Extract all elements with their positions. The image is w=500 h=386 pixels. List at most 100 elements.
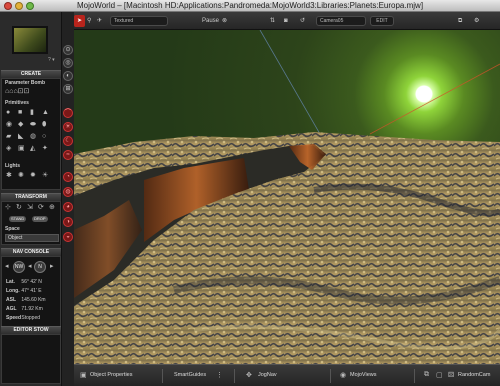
spike-primitive-icon[interactable]: ✦	[42, 145, 48, 152]
random-cam-button[interactable]: RandomCam	[458, 372, 490, 378]
reset-view-icon[interactable]: ↺	[300, 15, 305, 27]
terrain-editor-icon[interactable]: ⌒	[63, 108, 73, 118]
terrain-render	[74, 30, 500, 364]
world-thumbnail[interactable]	[12, 26, 48, 54]
point-light-icon[interactable]: ✱	[6, 172, 12, 179]
capsule-primitive-icon[interactable]: ⬮	[42, 121, 46, 128]
cone-primitive-icon[interactable]: ▲	[42, 109, 49, 116]
jog-nav-icon[interactable]: ✥	[246, 371, 252, 379]
new-window-icon[interactable]: ⧉	[458, 15, 462, 27]
render-editor-icon[interactable]: ◒	[63, 232, 73, 242]
3d-viewport[interactable]	[74, 30, 500, 364]
material-editor-icon[interactable]: ◕	[63, 202, 73, 212]
window-titlebar: MojoWorld – [Macintosh HD:Applications:P…	[0, 0, 500, 12]
ring-primitive-icon[interactable]: ○	[42, 133, 46, 140]
torus-primitive-icon[interactable]: ◉	[6, 121, 12, 128]
rotate-tool-icon[interactable]: ↻	[16, 204, 22, 211]
left-panel: ? ▾ CREATE Parameter Bomb ⌂⌂⌂⊡⊡ Primitiv…	[0, 12, 62, 386]
bottom-toolbar: ▣ Object Properties SmartGuides ⋮ ✥ JogN…	[74, 364, 500, 386]
jog-nav-button[interactable]: JogNav	[258, 372, 277, 378]
nav-compass-icon[interactable]: ◂	[28, 263, 32, 270]
view-icon[interactable]: ◐	[63, 71, 73, 81]
nav-row-lat: Lat. 56° 42' N	[6, 279, 42, 285]
area-light-icon[interactable]: ✹	[30, 172, 36, 179]
parameter-bomb-label: Parameter Bomb	[5, 80, 46, 86]
camera-icon[interactable]: ◙	[284, 15, 288, 27]
stand-button[interactable]: STAND	[9, 216, 27, 222]
walk-tool-icon[interactable]: ⚲	[87, 15, 91, 27]
space-select[interactable]: Object	[5, 234, 59, 242]
atmosphere-editor-icon[interactable]: ◔	[63, 172, 73, 182]
editor-stow-header[interactable]: EDITOR STOW	[1, 326, 61, 334]
sun-editor-icon[interactable]: ☀	[63, 122, 73, 132]
prism-primitive-icon[interactable]: ◭	[30, 145, 35, 152]
camera-select[interactable]: Camera05	[316, 16, 366, 26]
mojo-views-icon[interactable]: ◉	[340, 371, 346, 379]
object-editor-icon[interactable]: ◍	[63, 187, 73, 197]
nav-row-speed: Speed Stopped	[6, 315, 41, 321]
create-section: Parameter Bomb ⌂⌂⌂⊡⊡ Primitives ● ■ ▮ ▲ …	[1, 78, 61, 190]
nav-row-agl: AGL 71.92 Km	[6, 306, 43, 312]
scale-tool-icon[interactable]: ⇲	[27, 204, 33, 211]
render-mode-select[interactable]: Textured	[110, 16, 168, 26]
editor-stow	[1, 334, 61, 384]
edit-camera-button[interactable]: EDIT	[370, 16, 394, 26]
disc-primitive-icon[interactable]: ⬬	[30, 121, 36, 128]
cube-primitive-icon[interactable]: ■	[18, 109, 22, 116]
pyramid-primitive-icon[interactable]: ◆	[18, 121, 23, 128]
nav-console-header[interactable]: NAV CONSOLE	[1, 248, 61, 256]
moon-editor-icon[interactable]: ☾	[63, 136, 73, 146]
window-title: MojoWorld – [Macintosh HD:Applications:P…	[76, 1, 424, 10]
nav-nw-button[interactable]: NW	[13, 261, 25, 273]
gem-primitive-icon[interactable]: ◈	[6, 145, 11, 152]
object-properties-icon[interactable]: ▣	[80, 371, 87, 379]
fly-tool-icon[interactable]: ✈	[97, 15, 102, 27]
primitives-label: Primitives	[5, 100, 29, 106]
water-editor-icon[interactable]: ≈	[63, 150, 73, 160]
orbit-tool-icon[interactable]: ⟳	[38, 204, 44, 211]
tube-primitive-icon[interactable]: ◍	[30, 133, 36, 140]
plane-primitive-icon[interactable]: ▰	[6, 133, 11, 140]
globe-icon[interactable]: ◎	[63, 58, 73, 68]
toolbar-divider	[162, 369, 163, 383]
pause-icon[interactable]: ⊗	[222, 15, 227, 27]
sphere-primitive-icon[interactable]: ●	[6, 109, 10, 116]
space-label: Space	[5, 226, 20, 232]
smart-guides-button[interactable]: SmartGuides	[174, 372, 206, 378]
align-tool-icon[interactable]: ⊕	[49, 204, 55, 211]
transform-section-header[interactable]: TRANSFORM	[1, 193, 61, 201]
select-arrow-icon[interactable]: ➤	[74, 15, 85, 27]
swap-icon[interactable]: ⇅	[270, 15, 275, 27]
lights-label: Lights	[5, 163, 20, 169]
cylinder-primitive-icon[interactable]: ▮	[30, 109, 34, 116]
texture-editor-icon[interactable]: ◑	[63, 217, 73, 227]
pause-label[interactable]: Pause	[202, 15, 219, 27]
mojo-views-button[interactable]: MojoViews	[350, 372, 377, 378]
toolbar-divider	[234, 369, 235, 383]
settings-icon[interactable]: ⚙	[474, 15, 479, 27]
transform-section: ⊹ ↻ ⇲ ⟳ ⊕ STAND DROP Space Object	[1, 201, 61, 245]
sun-light-icon[interactable]: ☀	[42, 172, 48, 179]
nav-left-icon[interactable]: ◂	[5, 263, 9, 270]
random-cam-icon[interactable]: ⚄	[448, 371, 454, 379]
move-tool-icon[interactable]: ⊹	[5, 204, 11, 211]
wedge-primitive-icon[interactable]: ◣	[18, 133, 23, 140]
nav-right-icon[interactable]: ▸	[50, 263, 54, 270]
top-toolbar: ➤ ⚲ ✈ Textured Pause ⊗ ⇅ ◙ ↺ Camera05 ED…	[74, 12, 500, 30]
frame-icon[interactable]: ▢	[436, 371, 443, 379]
nav-row-asl: ASL 145.60 Km	[6, 297, 46, 303]
grid-icon[interactable]: ⊞	[63, 84, 73, 94]
nav-console: ◂ NW ◂ N ▸ Lat. 56° 42' N Long. 47° 41' …	[1, 256, 61, 328]
guides-toggle-icon[interactable]: ⋮	[216, 371, 223, 379]
thumbnail-menu[interactable]: ? ▾	[48, 57, 55, 63]
nav-row-long: Long. 47° 41' E	[6, 288, 42, 294]
bomb-tools-icon[interactable]: ⌂⌂⌂⊡⊡	[5, 88, 29, 95]
layout-icon[interactable]: ⧉	[424, 371, 429, 379]
spot-light-icon[interactable]: ✺	[18, 172, 24, 179]
drop-button[interactable]: DROP	[32, 216, 48, 222]
box-primitive-icon[interactable]: ▣	[18, 145, 25, 152]
world-info-icon[interactable]: ⊙	[63, 45, 73, 55]
create-section-header[interactable]: CREATE	[1, 70, 61, 78]
nav-n-button[interactable]: N	[34, 261, 46, 273]
object-properties-button[interactable]: Object Properties	[90, 372, 133, 378]
